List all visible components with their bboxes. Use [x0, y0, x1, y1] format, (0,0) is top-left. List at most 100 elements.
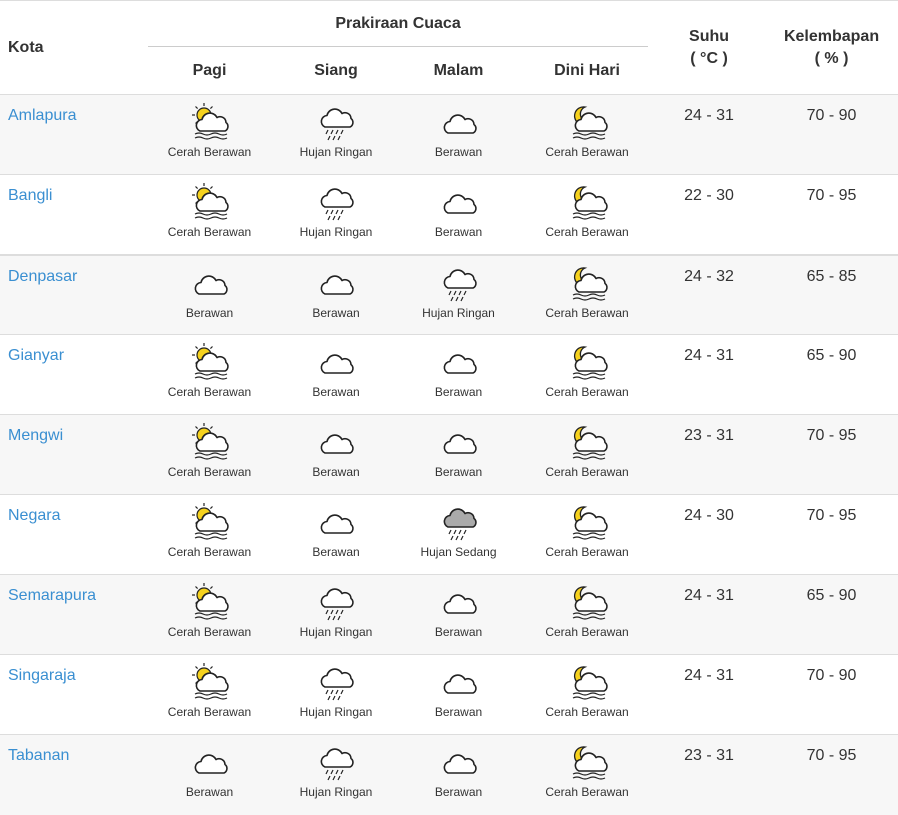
forecast-dini-hari: Cerah Berawan	[521, 175, 653, 255]
forecast-label: Cerah Berawan	[545, 225, 629, 239]
forecast-pagi: Cerah Berawan	[143, 575, 276, 655]
suhu-value: 24 - 30	[684, 507, 734, 524]
forecast-pagi: Berawan	[143, 735, 276, 815]
cloud-icon	[396, 663, 521, 703]
city-cell: Singaraja	[0, 655, 143, 735]
forecast-label: Hujan Ringan	[299, 705, 373, 719]
forecast-label: Berawan	[434, 625, 483, 639]
table-row: Amlapura Cerah Berawan Hujan Ringan Berawan…	[0, 94, 898, 175]
kelembapan-value: 70 - 90	[806, 667, 857, 684]
suhu-value: 24 - 31	[684, 347, 734, 364]
light-rain-icon	[276, 103, 396, 143]
header-siang: Siang	[314, 62, 358, 79]
header-suhu: Suhu ( °C )	[689, 27, 730, 67]
forecast-label: Berawan	[312, 545, 360, 559]
forecast-dini-hari: Cerah Berawan	[521, 415, 653, 495]
forecast-label: Berawan	[185, 305, 234, 320]
forecast-label: Cerah Berawan	[545, 385, 629, 399]
partly-sunny-icon	[143, 583, 276, 623]
forecast-label: Cerah Berawan	[167, 545, 252, 559]
city-link-bangli[interactable]: Bangli	[8, 187, 52, 204]
light-rain-icon	[276, 183, 396, 223]
table-row: Denpasar Berawan Berawan Hujan Ringan Cerah …	[0, 254, 898, 335]
forecast-label: Cerah Berawan	[545, 145, 629, 159]
forecast-pagi: Cerah Berawan	[143, 95, 276, 175]
table-row: Negara Cerah Berawan Berawan Hujan Sedang Ce…	[0, 494, 898, 575]
city-cell: Denpasar	[0, 255, 143, 335]
cloud-icon	[396, 103, 521, 143]
table-row: Bangli Cerah Berawan Hujan Ringan Berawan Ce…	[0, 174, 898, 255]
city-link-negara[interactable]: Negara	[8, 507, 60, 524]
kelembapan-value: 70 - 95	[806, 187, 857, 204]
forecast-siang: Hujan Ringan	[276, 655, 396, 735]
kelembapan-value: 65 - 85	[806, 267, 857, 285]
forecast-label: Hujan Ringan	[299, 145, 373, 159]
forecast-label: Berawan	[434, 145, 483, 159]
forecast-label: Berawan	[185, 785, 234, 799]
city-cell: Tabanan	[0, 735, 143, 815]
forecast-dini-hari: Cerah Berawan	[521, 575, 653, 655]
forecast-siang: Hujan Ringan	[276, 175, 396, 255]
city-link-amlapura[interactable]: Amlapura	[8, 107, 76, 124]
header-kelembapan: Kelembapan ( % )	[783, 27, 880, 67]
city-link-gianyar[interactable]: Gianyar	[8, 347, 64, 364]
forecast-label: Cerah Berawan	[167, 145, 252, 159]
city-cell: Amlapura	[0, 95, 143, 175]
forecast-label: Hujan Ringan	[299, 625, 373, 639]
partly-cloudy-night-icon	[521, 183, 653, 223]
weather-forecast-table: Kota Prakiraan Cuaca Suhu ( °C ) Kelemba…	[0, 0, 898, 815]
forecast-label: Berawan	[434, 465, 483, 479]
city-link-denpasar[interactable]: Denpasar	[8, 268, 77, 285]
cloud-icon	[396, 583, 521, 623]
forecast-malam: Berawan	[396, 735, 521, 815]
kelembapan-value: 65 - 90	[806, 587, 857, 604]
forecast-malam: Berawan	[396, 175, 521, 255]
forecast-label: Cerah Berawan	[545, 545, 629, 559]
forecast-dini-hari: Cerah Berawan	[521, 335, 653, 415]
cloud-icon	[143, 743, 276, 783]
forecast-siang: Berawan	[276, 255, 396, 335]
city-link-tabanan[interactable]: Tabanan	[8, 747, 69, 764]
light-rain-icon	[396, 264, 521, 304]
kelembapan-value: 70 - 95	[806, 747, 857, 764]
suhu-value: 24 - 32	[684, 267, 734, 285]
forecast-dini-hari: Cerah Berawan	[521, 255, 653, 335]
partly-sunny-icon	[143, 103, 276, 143]
partly-cloudy-night-icon	[521, 503, 653, 543]
forecast-siang: Hujan Ringan	[276, 735, 396, 815]
light-rain-icon	[276, 663, 396, 703]
city-link-singaraja[interactable]: Singaraja	[8, 667, 76, 684]
forecast-label: Cerah Berawan	[545, 625, 629, 639]
cloud-icon	[276, 503, 396, 543]
forecast-label: Hujan Sedang	[420, 545, 497, 559]
city-link-mengwi[interactable]: Mengwi	[8, 427, 63, 444]
forecast-siang: Berawan	[276, 335, 396, 415]
partly-cloudy-night-icon	[521, 343, 653, 383]
forecast-malam: Berawan	[396, 335, 521, 415]
light-rain-icon	[276, 743, 396, 783]
city-cell: Semarapura	[0, 575, 143, 655]
partly-sunny-icon	[143, 343, 276, 383]
forecast-siang: Hujan Ringan	[276, 95, 396, 175]
forecast-malam: Berawan	[396, 575, 521, 655]
table-row: Gianyar Cerah Berawan Berawan Berawan Cerah …	[0, 334, 898, 415]
moderate-rain-icon	[396, 503, 521, 543]
forecast-malam: Berawan	[396, 655, 521, 735]
forecast-pagi: Cerah Berawan	[143, 175, 276, 255]
partly-sunny-icon	[143, 503, 276, 543]
partly-sunny-icon	[143, 423, 276, 463]
suhu-value: 22 - 30	[684, 187, 734, 204]
cloud-icon	[396, 343, 521, 383]
cloud-icon	[396, 183, 521, 223]
forecast-label: Cerah Berawan	[545, 785, 629, 799]
city-link-semarapura[interactable]: Semarapura	[8, 587, 96, 604]
suhu-value: 23 - 31	[684, 747, 734, 764]
suhu-value: 23 - 31	[684, 427, 734, 444]
forecast-dini-hari: Cerah Berawan	[521, 95, 653, 175]
forecast-malam: Berawan	[396, 415, 521, 495]
city-cell: Gianyar	[0, 335, 143, 415]
forecast-label: Hujan Ringan	[422, 305, 495, 320]
cloud-icon	[276, 343, 396, 383]
header-kota: Kota	[8, 38, 44, 56]
cloud-icon	[396, 423, 521, 463]
